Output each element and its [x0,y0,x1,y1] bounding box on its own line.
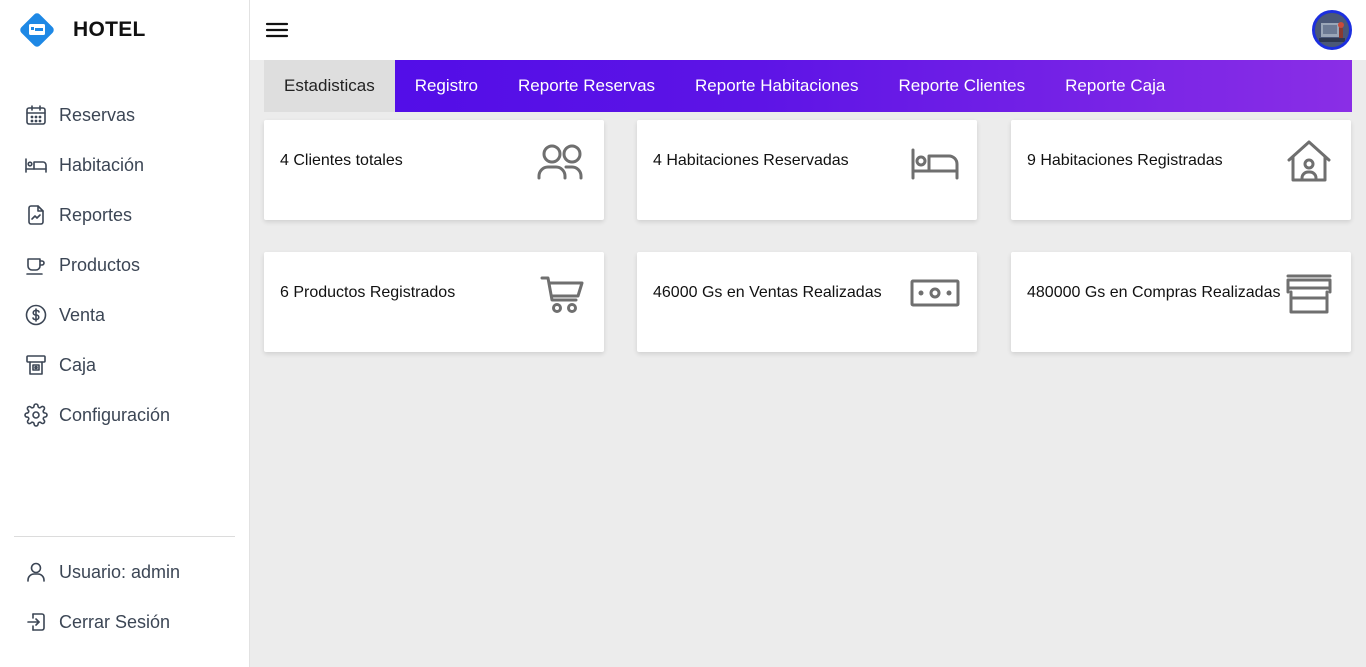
sidebar-item-caja[interactable]: Caja [0,340,249,390]
tab-reporte-reservas[interactable]: Reporte Reservas [498,60,675,112]
cup-icon [26,258,45,275]
stat-label: 6 Productos Registrados [280,284,456,301]
sidebar-item-label: Cerrar Sesión [59,611,171,632]
cart-icon [540,276,584,313]
sidebar-item-configuracion[interactable]: Configuración [0,390,249,440]
sidebar-item-label: Configuración [59,404,171,425]
user-icon [27,562,45,582]
users-icon [537,144,583,180]
tab-reporte-habitaciones[interactable]: Reporte Habitaciones [675,60,878,112]
bed-icon [25,158,47,173]
stat-card-clientes: 4 Clientes totales [264,120,604,220]
hamburger-icon[interactable] [264,17,290,43]
calendar-icon [26,105,46,125]
brand-name: HOTEL [73,18,146,41]
sidebar-account-nav: Usuario: admin Cerrar Sesión [0,547,249,647]
house-user-icon [1287,140,1331,182]
brand[interactable]: HOTEL [18,11,146,49]
report-icon [28,205,44,225]
stat-label: 4 Clientes totales [280,152,403,169]
tab-estadisticas[interactable]: Estadisticas [264,60,395,112]
stat-card-productos: 6 Productos Registrados [264,252,604,352]
user-avatar[interactable] [1312,10,1352,50]
store-icon [1286,274,1332,314]
sidebar-item-productos[interactable]: Productos [0,240,249,290]
sidebar-item-usuario[interactable]: Usuario: admin [0,547,249,597]
top-bar [250,0,1366,60]
cash-icon [910,279,960,307]
sidebar-item-label: Reportes [59,204,133,225]
sidebar-item-label: Venta [59,304,106,325]
sidebar-item-label: Caja [59,354,97,375]
avatar-image [1315,13,1349,47]
stat-card-ventas: 46000 Gs en Ventas Realizadas [637,252,977,352]
stat-card-habitaciones-reservadas: 4 Habitaciones Reservadas [637,120,977,220]
stat-label: 480000 Gs en Compras Realizadas [1027,284,1281,301]
sidebar-item-label: Usuario: admin [59,561,181,582]
sidebar-item-habitacion[interactable]: Habitación [0,140,249,190]
sidebar: HOTEL Reservas Habitación Reportes Produ… [0,0,250,667]
stat-label: 9 Habitaciones Registradas [1027,152,1223,169]
sidebar-item-cerrar-sesion[interactable]: Cerrar Sesión [0,597,249,647]
sidebar-divider [14,536,235,537]
bed-icon [911,148,959,180]
tab-reporte-caja[interactable]: Reporte Caja [1045,60,1185,112]
sidebar-item-reservas[interactable]: Reservas [0,90,249,140]
dollar-icon [25,304,47,326]
hotel-logo-icon [20,13,54,47]
cash-register-icon [26,355,46,375]
gear-icon [24,403,48,427]
sidebar-item-venta[interactable]: Venta [0,290,249,340]
sidebar-nav: Reservas Habitación Reportes Productos V… [0,90,249,440]
sidebar-item-reportes[interactable]: Reportes [0,190,249,240]
sidebar-item-label: Productos [59,254,141,275]
tab-registro[interactable]: Registro [395,60,498,112]
sidebar-item-label: Reservas [59,104,136,125]
tab-reporte-clientes[interactable]: Reporte Clientes [879,60,1046,112]
logout-icon [27,613,45,631]
sidebar-item-label: Habitación [59,154,145,175]
stat-label: 4 Habitaciones Reservadas [653,152,849,169]
stat-card-compras: 480000 Gs en Compras Realizadas [1011,252,1351,352]
stat-card-habitaciones-registradas: 9 Habitaciones Registradas [1011,120,1351,220]
stat-label: 46000 Gs en Ventas Realizadas [653,284,882,301]
report-tabs: Estadisticas Registro Reporte Reservas R… [264,60,1352,112]
